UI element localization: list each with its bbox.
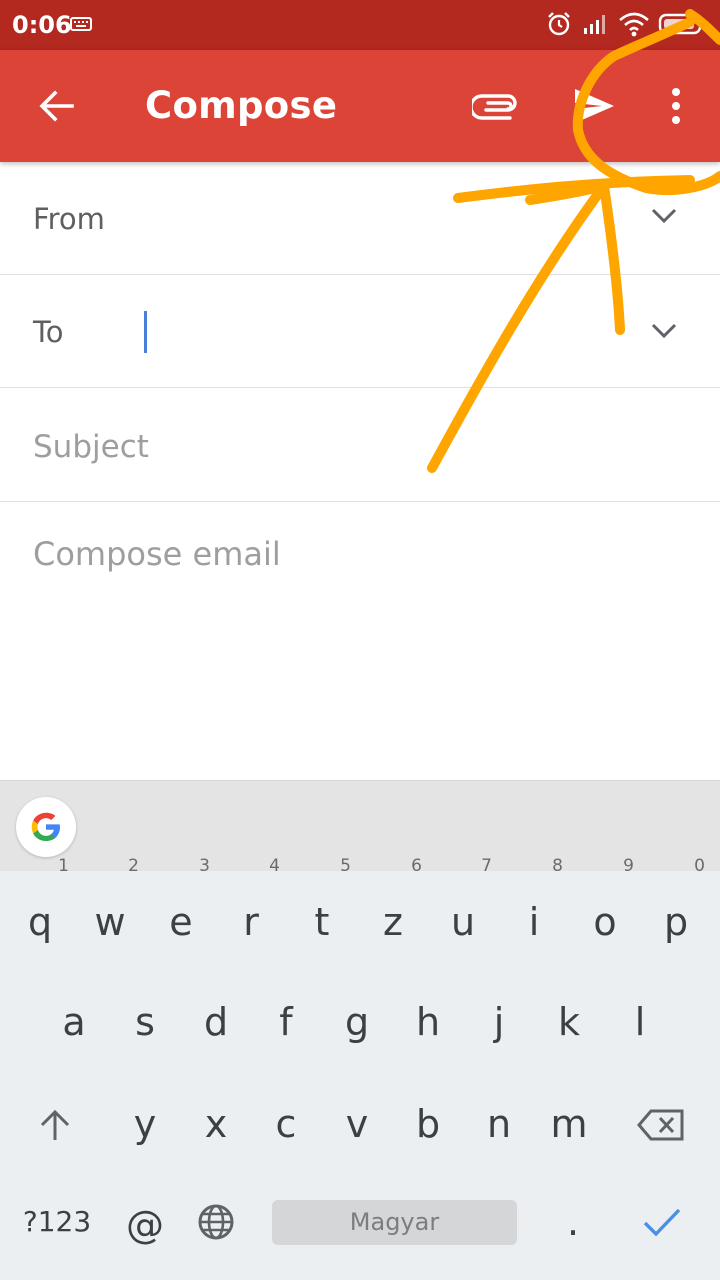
from-row[interactable]: From [0,162,720,275]
status-bar: 0:06 [0,0,720,50]
at-key[interactable]: @ [110,1185,180,1265]
key-r[interactable]: r4 [216,856,286,962]
key-l[interactable]: l [605,982,675,1062]
key-n[interactable]: n [464,1084,534,1164]
key-e[interactable]: e3 [146,856,216,962]
alarm-icon [548,12,570,36]
google-g-icon [31,812,60,841]
key-q[interactable]: q1 [5,856,75,962]
from-label: From [33,202,105,236]
status-time: 0:06 [12,11,72,39]
symbols-key[interactable]: ?123 [20,1182,94,1262]
compose-email-field[interactable]: Compose email [33,535,281,573]
key-s[interactable]: s [110,982,180,1062]
more-vert-icon[interactable] [664,86,688,126]
key-p[interactable]: p0 [641,856,711,962]
backspace-icon [637,1109,684,1141]
key-t[interactable]: t5 [287,856,357,962]
attach-icon[interactable] [472,88,520,122]
key-x[interactable]: x [181,1084,251,1164]
send-icon[interactable] [572,86,616,126]
key-d[interactable]: d [181,982,251,1062]
key-g[interactable]: g [322,982,392,1062]
key-b[interactable]: b [393,1084,463,1164]
period-key[interactable]: . [538,1182,608,1262]
app-bar: Compose [0,50,720,162]
suggestion-bar [0,780,720,871]
text-cursor [144,311,147,353]
key-f[interactable]: f [251,982,321,1062]
to-label: To [33,315,64,349]
back-arrow-icon[interactable] [38,88,74,124]
key-i[interactable]: i8 [499,856,569,962]
to-row[interactable]: To [0,275,720,388]
language-key[interactable] [181,1182,251,1262]
chevron-down-icon[interactable] [650,321,678,341]
key-c[interactable]: c [251,1084,321,1164]
key-j[interactable]: j [464,982,534,1062]
signal-icon [584,15,605,34]
key-o[interactable]: o9 [570,856,640,962]
key-z[interactable]: z6 [358,856,428,962]
key-k[interactable]: k [534,982,604,1062]
shift-arrow-icon [40,1109,70,1140]
key-m[interactable]: m [534,1084,604,1164]
subject-field[interactable]: Subject [0,388,720,502]
key-a[interactable]: a [39,982,109,1062]
battery-icon [658,13,704,35]
key-v[interactable]: v [322,1084,392,1164]
key-u[interactable]: u7 [428,856,498,962]
enter-key[interactable] [627,1182,697,1262]
key-h[interactable]: h [393,982,463,1062]
subject-placeholder: Subject [33,429,149,465]
key-y[interactable]: y [110,1084,180,1164]
chevron-down-icon[interactable] [650,206,678,226]
page-title: Compose [145,84,338,127]
soft-keyboard: q1 w2 e3 r4 t5 z6 u7 i8 o9 p0 a s d f g … [0,780,720,1280]
keyboard-icon [70,17,92,31]
shift-key[interactable] [20,1084,90,1164]
globe-icon [198,1204,234,1240]
key-w[interactable]: w2 [75,856,145,962]
checkmark-icon [643,1208,681,1237]
backspace-key[interactable] [626,1084,696,1164]
wifi-icon [619,12,649,37]
google-search-button[interactable] [16,797,76,857]
space-bar[interactable]: Magyar [272,1200,517,1245]
